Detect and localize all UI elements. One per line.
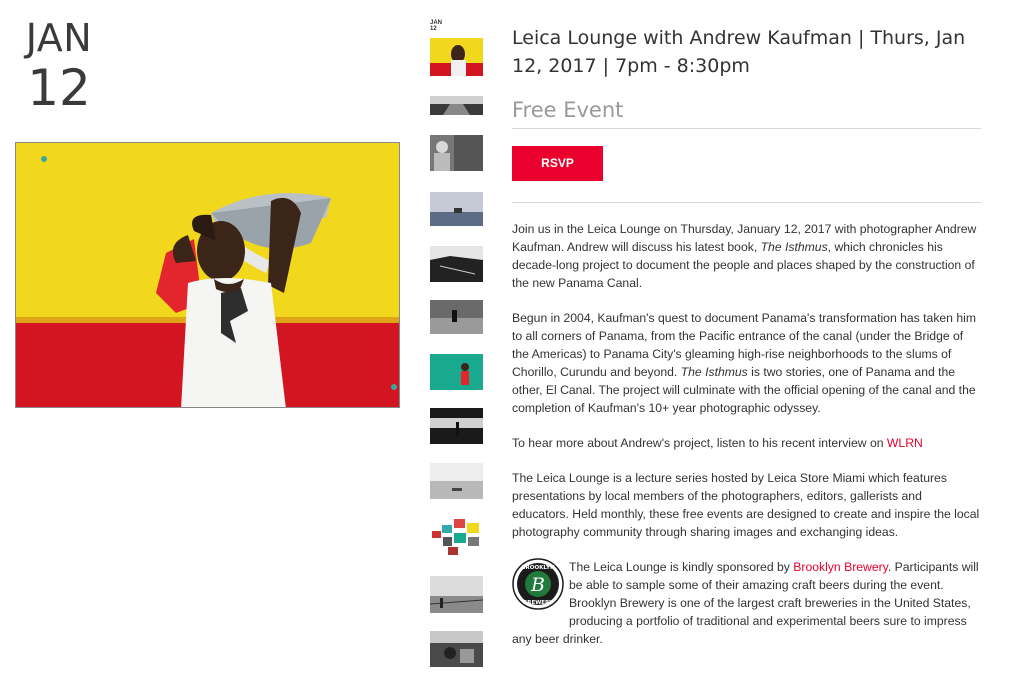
- thumbnail-7[interactable]: [430, 354, 483, 390]
- main-event-photo: [15, 142, 400, 408]
- paragraph-text: To hear more about Andrew's project, lis…: [512, 436, 887, 450]
- thumbnail-2[interactable]: [430, 96, 483, 115]
- thumbnail-3[interactable]: [430, 135, 483, 171]
- wlrn-link[interactable]: WLRN: [887, 436, 923, 450]
- logo-text-top: BROOKLYN: [521, 565, 555, 571]
- sponsor-paragraph: B BROOKLYN BREWERY The Leica Lounge is k…: [512, 558, 982, 648]
- thumbnail-10[interactable]: [430, 517, 483, 557]
- description-paragraph: To hear more about Andrew's project, lis…: [512, 434, 982, 452]
- event-price: Free Event: [512, 98, 624, 122]
- thumbnail-date: JAN 12: [430, 20, 442, 32]
- thumbnail-2-image: [430, 96, 483, 115]
- thumbnail-1-image: [430, 38, 483, 76]
- thumbnail-1[interactable]: [430, 38, 483, 76]
- description-paragraph: The Leica Lounge is a lecture series hos…: [512, 471, 980, 539]
- thumbnail-4[interactable]: [430, 192, 483, 226]
- date-day: 12: [27, 59, 91, 117]
- book-title: The Isthmus: [680, 365, 748, 379]
- event-details: Leica Lounge with Andrew Kaufman | Thurs…: [512, 24, 982, 648]
- thumbnail-3-image: [430, 135, 483, 171]
- thumbnail-12-image: [430, 631, 483, 667]
- thumbnail-9[interactable]: [430, 463, 483, 499]
- event-title: Leica Lounge with Andrew Kaufman | Thurs…: [512, 27, 966, 77]
- divider: [512, 202, 981, 203]
- thumbnail-8-image: [430, 408, 483, 444]
- portrait-photo-image: [16, 143, 399, 407]
- logo-letter: B: [530, 574, 545, 596]
- book-title: The Isthmus: [760, 240, 828, 254]
- thumbnail-12[interactable]: [430, 631, 483, 667]
- description-paragraph: Begun in 2004, Kaufman's quest to docume…: [512, 309, 982, 417]
- event-date: JAN 12: [14, 18, 104, 116]
- description-paragraph: Join us in the Leica Lounge on Thursday,…: [512, 220, 982, 292]
- thumbnail-9-image: [430, 463, 483, 499]
- thumbnail-11[interactable]: [430, 576, 483, 613]
- divider: [512, 128, 981, 129]
- rsvp-button[interactable]: RSVP: [512, 146, 603, 181]
- logo-text-bottom: BREWERY: [523, 600, 554, 606]
- brooklyn-brewery-link[interactable]: Brooklyn Brewery: [793, 560, 888, 574]
- thumbnail-5[interactable]: [430, 246, 483, 282]
- thumbnail-4-image: [430, 192, 483, 226]
- thumbnail-10-image: [430, 517, 483, 557]
- thumbnail-8[interactable]: [430, 408, 483, 444]
- brooklyn-brewery-logo-icon[interactable]: B BROOKLYN BREWERY: [512, 558, 564, 610]
- date-month: JAN: [25, 16, 93, 60]
- thumbnail-11-image: [430, 576, 483, 613]
- thumbnail-6-image: [430, 300, 483, 334]
- thumbnail-5-image: [430, 246, 483, 282]
- thumbnail-date-day: 12: [430, 26, 437, 32]
- thumbnail-7-image: [430, 354, 483, 390]
- paragraph-text: The Leica Lounge is kindly sponsored by: [569, 560, 794, 574]
- thumbnail-6[interactable]: [430, 300, 483, 334]
